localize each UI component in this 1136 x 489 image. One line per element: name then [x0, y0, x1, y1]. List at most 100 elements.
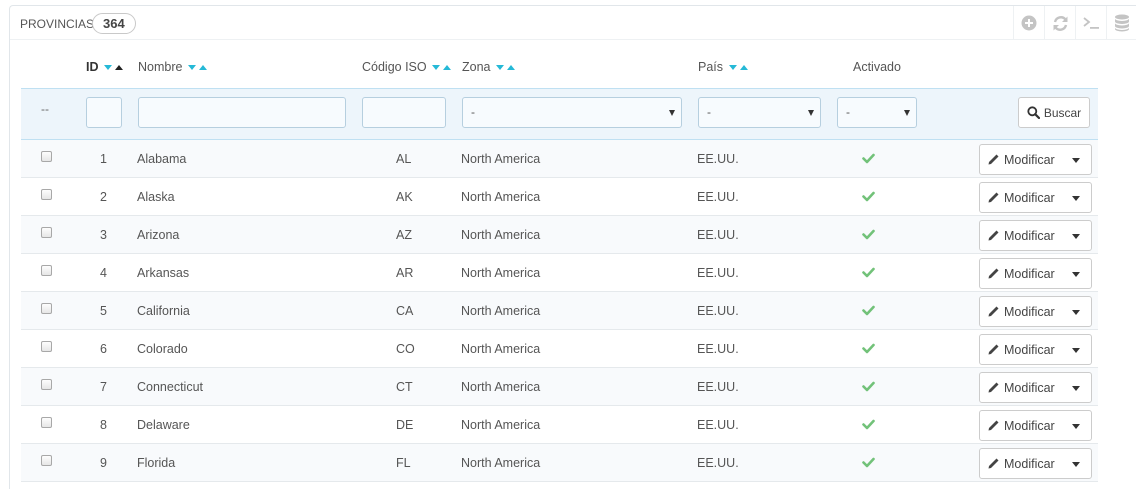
caret-down-icon[interactable]	[1072, 196, 1080, 201]
caret-down-icon[interactable]	[1072, 158, 1080, 163]
caret-down-icon[interactable]	[1072, 234, 1080, 239]
table-row: 6 Colorado CO North America EE.UU. Modificar	[21, 330, 1098, 368]
sort-controls-zone	[495, 64, 516, 72]
sort-asc-icon[interactable]	[198, 64, 207, 70]
pencil-icon	[988, 268, 999, 279]
edit-button[interactable]: Modificar	[979, 448, 1092, 479]
search-button[interactable]: Buscar	[1018, 97, 1090, 128]
chevron-down-icon	[808, 110, 814, 116]
sort-asc-icon[interactable]	[506, 64, 515, 70]
row-select-checkbox[interactable]	[41, 227, 52, 238]
cell-country: EE.UU.	[697, 380, 739, 394]
caret-down-icon[interactable]	[1072, 310, 1080, 315]
check-icon[interactable]	[862, 229, 875, 240]
edit-button[interactable]: Modificar	[979, 144, 1092, 175]
panel-title: PROVINCIAS	[20, 17, 95, 31]
filter-active-select[interactable]: -	[837, 97, 917, 128]
export-button[interactable]	[1106, 6, 1136, 40]
database-icon	[1115, 14, 1129, 32]
caret-down-icon[interactable]	[1072, 386, 1080, 391]
check-icon[interactable]	[862, 419, 875, 430]
column-label-country: País	[698, 60, 724, 74]
check-icon[interactable]	[862, 381, 875, 392]
row-select-checkbox[interactable]	[41, 265, 52, 276]
cell-name: Arkansas	[137, 266, 190, 280]
cell-country: EE.UU.	[697, 418, 739, 432]
add-new-button[interactable]	[1013, 6, 1044, 40]
edit-button[interactable]: Modificar	[979, 334, 1092, 365]
table-row: 4 Arkansas AR North America EE.UU. Modificar	[21, 254, 1098, 292]
check-icon[interactable]	[862, 267, 875, 278]
filter-id-input[interactable]	[86, 97, 122, 128]
refresh-icon	[1053, 15, 1067, 31]
edit-button[interactable]: Modificar	[979, 258, 1092, 289]
add-circle-icon	[1021, 15, 1037, 31]
cell-zone: North America	[461, 228, 541, 242]
filter-zone-select[interactable]: -	[462, 97, 682, 128]
edit-button[interactable]: Modificar	[979, 220, 1092, 251]
check-icon[interactable]	[862, 457, 875, 468]
sort-desc-icon[interactable]	[103, 64, 112, 70]
sort-asc-icon[interactable]	[739, 64, 748, 70]
row-select-checkbox[interactable]	[41, 151, 52, 162]
sort-controls-name	[187, 64, 208, 72]
table-row: 2 Alaska AK North America EE.UU. Modificar	[21, 178, 1098, 216]
row-select-checkbox[interactable]	[41, 417, 52, 428]
cell-iso: AK	[396, 190, 413, 204]
edit-button[interactable]: Modificar	[979, 372, 1092, 403]
column-label-id: ID	[86, 60, 99, 74]
cell-iso: DE	[396, 418, 414, 432]
edit-button[interactable]: Modificar	[979, 296, 1092, 327]
edit-button[interactable]: Modificar	[979, 410, 1092, 441]
column-header-name: Nombre	[138, 60, 208, 74]
edit-button-label: Modificar	[1004, 153, 1055, 167]
row-select-checkbox[interactable]	[41, 379, 52, 390]
column-label-name: Nombre	[138, 60, 183, 74]
sort-asc-icon[interactable]	[114, 64, 123, 70]
filter-active-value: -	[846, 105, 850, 119]
check-icon[interactable]	[862, 153, 875, 164]
caret-down-icon[interactable]	[1072, 462, 1080, 467]
filter-country-select[interactable]: -	[698, 97, 821, 128]
caret-down-icon[interactable]	[1072, 348, 1080, 353]
sort-desc-icon[interactable]	[187, 64, 196, 70]
sort-desc-icon[interactable]	[728, 64, 737, 70]
column-label-iso: Código ISO	[362, 60, 427, 74]
cell-name: Florida	[137, 456, 176, 470]
pencil-icon	[988, 192, 999, 203]
sort-asc-icon[interactable]	[443, 64, 452, 70]
cell-zone: North America	[461, 152, 541, 166]
sort-desc-icon[interactable]	[495, 64, 504, 70]
cell-iso: AZ	[396, 228, 412, 242]
row-select-checkbox[interactable]	[41, 455, 52, 466]
cell-country: EE.UU.	[697, 228, 739, 242]
refresh-list-button[interactable]	[1044, 6, 1075, 40]
sort-desc-icon[interactable]	[432, 64, 441, 70]
check-icon[interactable]	[862, 305, 875, 316]
check-icon[interactable]	[862, 191, 875, 202]
edit-button[interactable]: Modificar	[979, 182, 1092, 213]
edit-button-label: Modificar	[1004, 267, 1055, 281]
cell-iso: FL	[396, 456, 411, 470]
filter-name-input[interactable]	[138, 97, 346, 128]
cell-id: 6	[100, 342, 107, 356]
sort-controls-country	[728, 64, 749, 72]
cell-zone: North America	[461, 418, 541, 432]
filter-iso-input[interactable]	[362, 97, 446, 128]
row-select-checkbox[interactable]	[41, 189, 52, 200]
edit-button-label: Modificar	[1004, 457, 1055, 471]
terminal-icon	[1083, 17, 1099, 29]
cell-country: EE.UU.	[697, 304, 739, 318]
row-select-checkbox[interactable]	[41, 303, 52, 314]
search-icon	[1027, 106, 1040, 119]
row-select-checkbox[interactable]	[41, 341, 52, 352]
caret-down-icon[interactable]	[1072, 424, 1080, 429]
filter-country-value: -	[707, 105, 711, 119]
check-icon[interactable]	[862, 343, 875, 354]
sort-controls-id	[103, 64, 124, 72]
column-header-id: ID	[86, 60, 124, 74]
caret-down-icon[interactable]	[1072, 272, 1080, 277]
pencil-icon	[988, 420, 999, 431]
sort-controls-iso	[432, 64, 452, 72]
sql-query-button[interactable]	[1075, 6, 1106, 40]
